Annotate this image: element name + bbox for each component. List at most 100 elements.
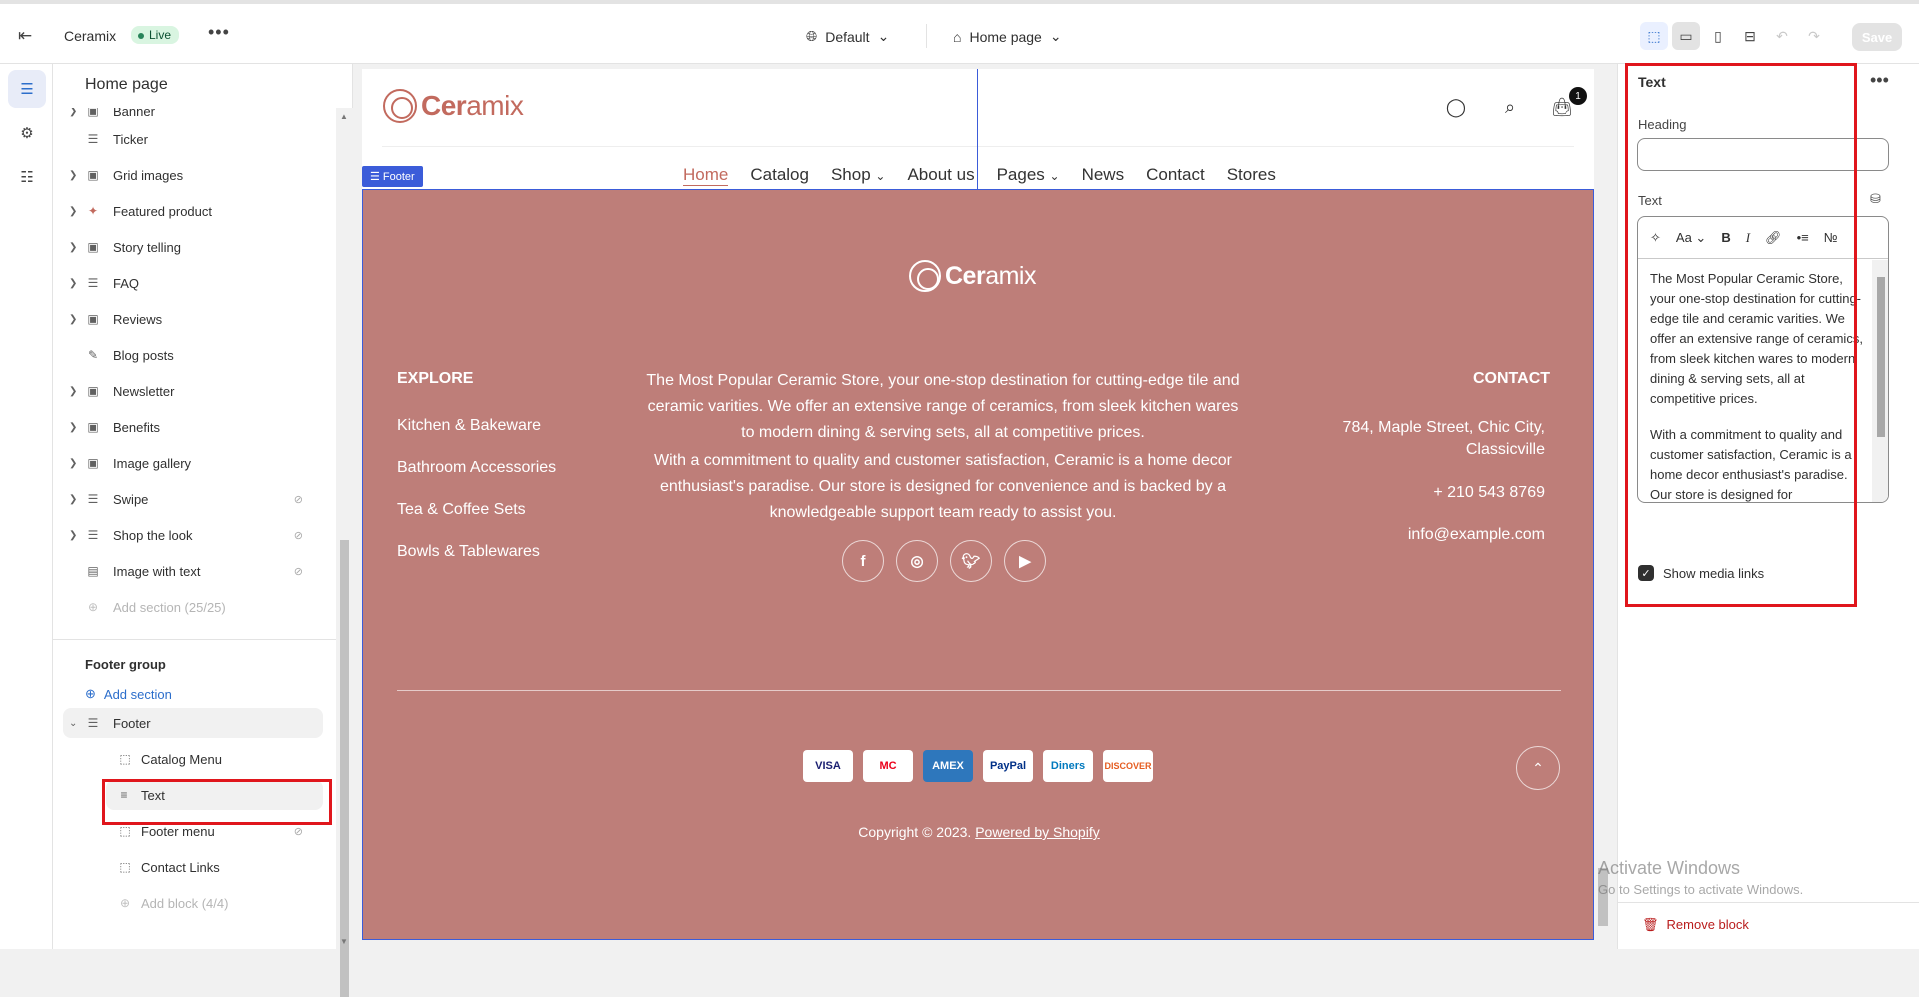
- chevron-right-icon[interactable]: ❯: [69, 422, 77, 433]
- sidebar-item-faq[interactable]: ❯ ☰ FAQ: [53, 268, 323, 298]
- image-icon: ▣: [87, 240, 99, 254]
- top-bar: ⇤ Ceramix Live ••• 🌐︎ Default ⌄ ⌂ Home p…: [0, 0, 1919, 64]
- back-to-top-icon[interactable]: ⌃: [1516, 746, 1560, 790]
- chevron-right-icon[interactable]: ❯: [69, 458, 77, 469]
- store-name: Ceramix: [64, 28, 117, 44]
- chevron-down-icon: ⌄: [875, 169, 886, 183]
- hidden-eye-icon[interactable]: ⊘: [294, 493, 303, 506]
- header-divider: [382, 146, 1574, 147]
- contact-email[interactable]: info@example.com: [1408, 524, 1545, 546]
- search-icon[interactable]: ⌕: [1498, 95, 1522, 119]
- rte-scroll-thumb[interactable]: [1877, 277, 1885, 437]
- nav-catalog[interactable]: Catalog: [750, 165, 809, 186]
- footer-selection-tag[interactable]: ☰ Footer: [362, 166, 423, 187]
- sections-icon[interactable]: ☰: [8, 70, 46, 108]
- nav-pages-label: Pages: [996, 165, 1045, 184]
- sidebar-item-story-telling[interactable]: ❯ ▣ Story telling: [53, 232, 323, 262]
- left-rail: ☰ ⚙ ☷: [0, 64, 53, 949]
- store-logo[interactable]: Ceramix: [383, 89, 524, 123]
- page-selector[interactable]: ⌂ Home page ⌄: [953, 28, 1062, 45]
- sidebar-item-ticker[interactable]: ☰ Ticker: [53, 124, 323, 154]
- scroll-down-arrow-icon[interactable]: ▼: [340, 937, 348, 946]
- nav-news[interactable]: News: [1082, 165, 1125, 186]
- remove-block-button[interactable]: 🗑︎ Remove block: [1642, 917, 1749, 933]
- youtube-icon[interactable]: ▶: [1004, 540, 1046, 582]
- nav-home[interactable]: Home: [683, 165, 729, 186]
- nav-about[interactable]: About us: [907, 165, 974, 186]
- sidebar-item-newsletter[interactable]: ❯ ▣ Newsletter: [53, 376, 323, 406]
- sidebar-item-reviews[interactable]: ❯ ▣ Reviews: [53, 304, 323, 334]
- chevron-right-icon[interactable]: ❯: [69, 278, 77, 289]
- dynamic-source-icon[interactable]: ⛁: [1870, 191, 1881, 207]
- sidebar-item-image-with-text[interactable]: ▤ Image with text ⊘: [53, 556, 323, 586]
- globe-icon: 🌐︎: [806, 28, 818, 44]
- sidebar-item-benefits[interactable]: ❯ ▣ Benefits: [53, 412, 323, 442]
- inspector-icon[interactable]: ⬚: [1640, 22, 1668, 50]
- chevron-down-icon: ⌄: [877, 28, 890, 44]
- sidebar-item-grid-images[interactable]: ❯ ▣ Grid images: [53, 160, 323, 190]
- sidebar-item-label: Story telling: [113, 239, 181, 255]
- mobile-icon[interactable]: ▯: [1704, 22, 1732, 50]
- product-icon: ✦: [87, 204, 99, 218]
- divider: [53, 639, 336, 640]
- store-footer[interactable]: Ceramix EXPLORE Kitchen & Bakeware Bathr…: [362, 189, 1594, 940]
- desktop-icon[interactable]: ▭: [1672, 22, 1700, 50]
- chevron-down-icon: ⌄: [1049, 169, 1060, 183]
- chevron-right-icon[interactable]: ❯: [69, 108, 77, 117]
- remove-block-label: Remove block: [1666, 917, 1749, 932]
- account-icon[interactable]: ◯: [1444, 95, 1468, 119]
- chevron-down-icon[interactable]: ⌄: [69, 718, 77, 729]
- more-actions-icon[interactable]: •••: [1870, 70, 1889, 91]
- undo-icon[interactable]: ↶: [1768, 22, 1796, 50]
- panel-footer-divider: [1618, 902, 1919, 903]
- block-contact-links[interactable]: ⬚ Contact Links: [53, 852, 323, 882]
- footer-link[interactable]: Tea & Coffee Sets: [397, 501, 526, 519]
- theme-selector[interactable]: 🌐︎ Default ⌄: [806, 28, 889, 45]
- add-section-button[interactable]: ⊕ Add section: [85, 686, 172, 702]
- chevron-right-icon[interactable]: ❯: [69, 170, 77, 181]
- exit-icon[interactable]: ⇤: [18, 26, 38, 46]
- twitter-icon[interactable]: 🐦︎: [950, 540, 992, 582]
- chevron-right-icon[interactable]: ❯: [69, 530, 77, 541]
- sidebar-scroll-thumb[interactable]: [340, 540, 349, 997]
- chevron-right-icon[interactable]: ❯: [69, 242, 77, 253]
- blog-icon: ✎: [87, 348, 99, 362]
- settings-gear-icon[interactable]: ⚙: [8, 114, 46, 152]
- more-actions-icon[interactable]: •••: [208, 22, 230, 43]
- add-section-label: Add section: [103, 686, 172, 702]
- image-icon: ▣: [87, 108, 99, 118]
- sidebar-item-blog-posts[interactable]: ✎ Blog posts: [53, 340, 323, 370]
- canvas-scrollbar[interactable]: [1596, 69, 1610, 940]
- hidden-eye-icon[interactable]: ⊘: [294, 565, 303, 578]
- sidebar-item-image-gallery[interactable]: ❯ ▣ Image gallery: [53, 448, 323, 478]
- save-button[interactable]: Save: [1852, 23, 1902, 51]
- nav-stores[interactable]: Stores: [1227, 165, 1276, 186]
- apps-icon[interactable]: ☷: [8, 158, 46, 196]
- sidebar-item-footer[interactable]: ⌄ ☰ Footer: [63, 708, 323, 738]
- chevron-right-icon[interactable]: ❯: [69, 314, 77, 325]
- sidebar-item-featured-product[interactable]: ❯ ✦ Featured product: [53, 196, 323, 226]
- hidden-eye-icon[interactable]: ⊘: [294, 825, 303, 838]
- chevron-right-icon[interactable]: ❯: [69, 494, 77, 505]
- nav-contact[interactable]: Contact: [1146, 165, 1205, 186]
- sidebar-item-swipe[interactable]: ❯ ☰ Swipe ⊘: [53, 484, 323, 514]
- redo-icon[interactable]: ↷: [1800, 22, 1828, 50]
- nav-shop[interactable]: Shop ⌄: [831, 165, 886, 186]
- block-catalog-menu[interactable]: ⬚ Catalog Menu: [53, 744, 323, 774]
- footer-paragraph-1: The Most Popular Ceramic Store, your one…: [646, 372, 1240, 441]
- contact-phone[interactable]: + 210 543 8769: [1433, 482, 1545, 504]
- instagram-icon[interactable]: ◎: [896, 540, 938, 582]
- chevron-right-icon[interactable]: ❯: [69, 206, 77, 217]
- footer-link[interactable]: Bathroom Accessories: [397, 459, 556, 477]
- hidden-eye-icon[interactable]: ⊘: [294, 529, 303, 542]
- nav-pages[interactable]: Pages ⌄: [997, 165, 1060, 186]
- image-icon: ▣: [87, 384, 99, 398]
- chevron-right-icon[interactable]: ❯: [69, 386, 77, 397]
- scroll-up-arrow-icon[interactable]: ▲: [340, 112, 348, 121]
- footer-link[interactable]: Kitchen & Bakeware: [397, 417, 541, 435]
- fullwidth-icon[interactable]: ⊟: [1736, 22, 1764, 50]
- sidebar-item-shop-the-look[interactable]: ❯ ☰ Shop the look ⊘: [53, 520, 323, 550]
- footer-link[interactable]: Bowls & Tablewares: [397, 543, 540, 561]
- powered-by-link[interactable]: Powered by Shopify: [975, 824, 1100, 840]
- facebook-icon[interactable]: f: [842, 540, 884, 582]
